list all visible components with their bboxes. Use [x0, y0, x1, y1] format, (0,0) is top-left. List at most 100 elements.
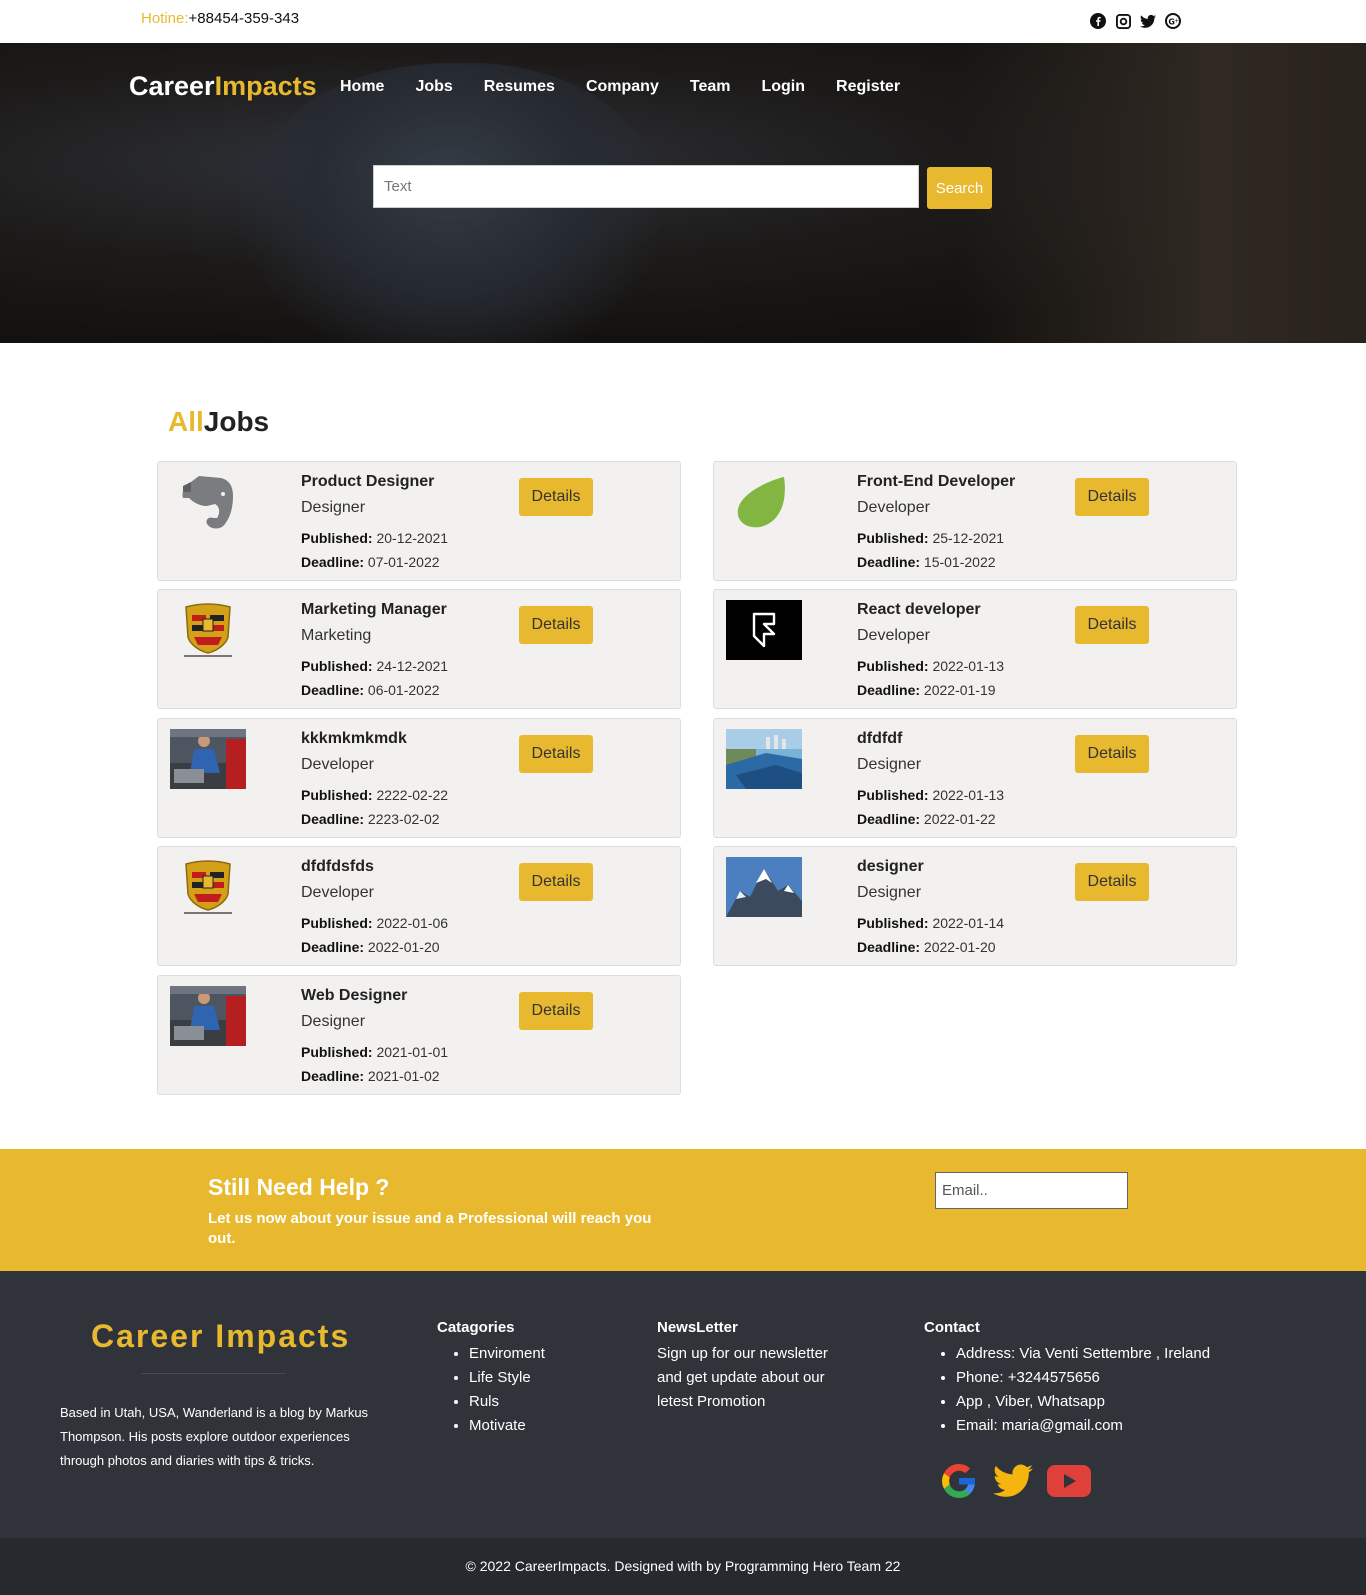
- details-button[interactable]: Details: [519, 992, 593, 1030]
- category-item[interactable]: Life Style: [469, 1366, 545, 1390]
- job-published: Published: 2022-01-13: [857, 658, 1004, 674]
- deadline-date: 06-01-2022: [367, 682, 440, 698]
- job-published: Published: 20-12-2021: [301, 530, 448, 546]
- job-category: Designer: [301, 1013, 366, 1030]
- footer-divider: [141, 1373, 286, 1374]
- nav-resumes[interactable]: Resumes: [484, 78, 555, 96]
- contact-title: Contact: [924, 1319, 980, 1336]
- brand-part2: Impacts: [214, 71, 317, 101]
- job-title: kkkmkmkmdk: [301, 730, 407, 747]
- job-published: Published: 25-12-2021: [857, 530, 1004, 546]
- category-item[interactable]: Ruls: [469, 1390, 545, 1414]
- twitter-icon[interactable]: [1140, 13, 1156, 29]
- details-button[interactable]: Details: [1075, 606, 1149, 644]
- footer-social-icons: [939, 1461, 1091, 1506]
- framer-logo: [726, 599, 802, 661]
- contact-phone: Phone: +3244575656: [956, 1366, 1210, 1390]
- deadline-date: 2021-01-02: [367, 1068, 440, 1084]
- job-title: Marketing Manager: [301, 601, 447, 618]
- job-published: Published: 2022-01-14: [857, 915, 1004, 931]
- details-button[interactable]: Details: [1075, 478, 1149, 516]
- nav-team[interactable]: Team: [690, 78, 731, 96]
- job-category: Developer: [857, 627, 930, 644]
- deadline-label: Deadline:: [301, 939, 365, 955]
- job-title: dfdfdsfds: [301, 858, 374, 875]
- published-date: 2222-02-22: [376, 787, 449, 803]
- category-item[interactable]: Enviroment: [469, 1342, 545, 1366]
- published-date: 2022-01-13: [932, 658, 1005, 674]
- job-title: dfdfdf: [857, 730, 903, 747]
- details-button[interactable]: Details: [519, 863, 593, 901]
- newsletter-text: Sign up for our newsletter and get updat…: [657, 1345, 828, 1410]
- published-date: 20-12-2021: [376, 530, 449, 546]
- deadline-label: Deadline:: [301, 811, 365, 827]
- porsche-logo: [170, 599, 246, 661]
- job-deadline: Deadline: 2022-01-20: [301, 939, 440, 955]
- details-button[interactable]: Details: [519, 735, 593, 773]
- search-input[interactable]: [373, 165, 919, 208]
- published-label: Published:: [301, 530, 373, 546]
- brand-logo[interactable]: CareerImpacts: [129, 71, 317, 102]
- deadline-label: Deadline:: [857, 811, 921, 827]
- deadline-label: Deadline:: [301, 682, 365, 698]
- job-card: React developer Developer Published: 202…: [713, 589, 1237, 709]
- published-date: 24-12-2021: [376, 658, 449, 674]
- job-card: designer Designer Published: 2022-01-14 …: [713, 846, 1237, 966]
- details-button[interactable]: Details: [519, 606, 593, 644]
- job-category: Developer: [857, 499, 930, 516]
- footer-categories: Catagories Enviroment Life Style Ruls Mo…: [437, 1319, 545, 1438]
- published-label: Published:: [301, 915, 373, 931]
- published-date: 2022-01-06: [376, 915, 449, 931]
- copyright: © 2022 CareerImpacts. Designed with by P…: [0, 1538, 1366, 1595]
- published-label: Published:: [857, 658, 929, 674]
- deadline-date: 07-01-2022: [367, 554, 440, 570]
- youtube-icon[interactable]: [1047, 1465, 1091, 1502]
- nav-register[interactable]: Register: [836, 78, 900, 96]
- job-deadline: Deadline: 2022-01-22: [857, 811, 996, 827]
- deadline-date: 2022-01-20: [367, 939, 440, 955]
- job-deadline: Deadline: 2022-01-19: [857, 682, 996, 698]
- published-label: Published:: [857, 915, 929, 931]
- facebook-icon[interactable]: [1090, 13, 1106, 29]
- section-title-part2: Jobs: [203, 406, 270, 437]
- google-icon[interactable]: [939, 1461, 979, 1506]
- nav-jobs[interactable]: Jobs: [415, 78, 452, 96]
- deadline-date: 2022-01-20: [923, 939, 996, 955]
- google-plus-icon[interactable]: G +: [1165, 13, 1181, 29]
- nav-login[interactable]: Login: [761, 78, 805, 96]
- envato-logo: [726, 471, 802, 533]
- contact-apps: App , Viber, Whatsapp: [956, 1390, 1210, 1414]
- deadline-label: Deadline:: [301, 1068, 365, 1084]
- deadline-date: 15-01-2022: [923, 554, 996, 570]
- nav-company[interactable]: Company: [586, 78, 659, 96]
- published-label: Published:: [301, 1044, 373, 1060]
- help-banner: Still Need Help ? Let us now about your …: [0, 1149, 1366, 1271]
- deadline-label: Deadline:: [301, 554, 365, 570]
- footer-brand: Career Impacts: [91, 1318, 351, 1354]
- twitter-icon[interactable]: [993, 1464, 1033, 1503]
- evernote-logo: [170, 471, 246, 533]
- published-date: 2022-01-13: [932, 787, 1005, 803]
- email-field[interactable]: [935, 1172, 1128, 1209]
- published-label: Published:: [301, 787, 373, 803]
- search-button[interactable]: Search: [927, 167, 992, 209]
- category-item[interactable]: Motivate: [469, 1414, 545, 1438]
- details-button[interactable]: Details: [1075, 735, 1149, 773]
- contact-address: Address: Via Venti Settembre , Ireland: [956, 1342, 1210, 1366]
- job-published: Published: 2021-01-01: [301, 1044, 448, 1060]
- hero-banner: CareerImpacts Home Jobs Resumes Company …: [0, 43, 1366, 343]
- job-card: Product Designer Designer Published: 20-…: [157, 461, 681, 581]
- deadline-date: 2223-02-02: [367, 811, 440, 827]
- contact-email: Email: maria@gmail.com: [956, 1414, 1210, 1438]
- job-card: kkkmkmkmdk Developer Published: 2222-02-…: [157, 718, 681, 838]
- published-date: 25-12-2021: [932, 530, 1005, 546]
- job-deadline: Deadline: 15-01-2022: [857, 554, 996, 570]
- deadline-date: 2022-01-19: [923, 682, 996, 698]
- job-deadline: Deadline: 06-01-2022: [301, 682, 440, 698]
- details-button[interactable]: Details: [519, 478, 593, 516]
- main-nav: Home Jobs Resumes Company Team Login Reg…: [340, 78, 931, 96]
- nav-home[interactable]: Home: [340, 78, 384, 96]
- instagram-icon[interactable]: [1115, 13, 1131, 29]
- details-button[interactable]: Details: [1075, 863, 1149, 901]
- job-title: React developer: [857, 601, 981, 618]
